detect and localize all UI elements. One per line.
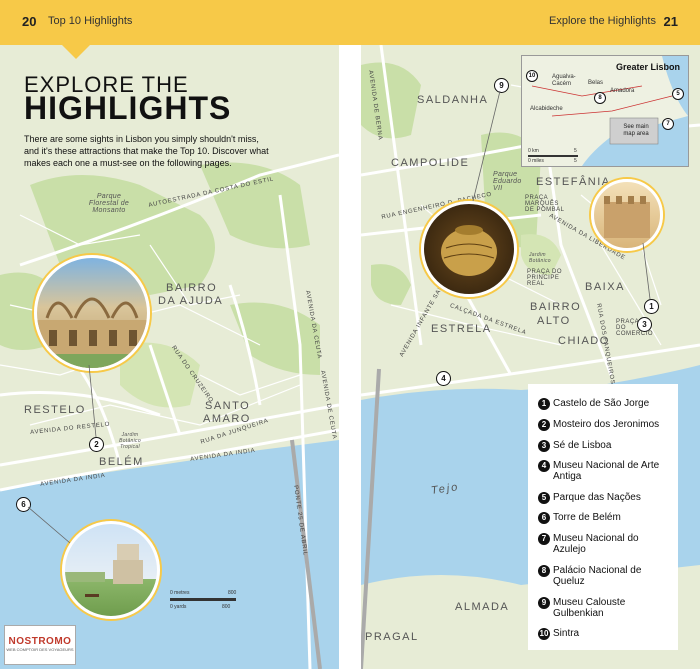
legend-num: 6: [538, 512, 550, 524]
left-map: EXPLORE THE HIGHLIGHTS There are some si…: [0, 45, 339, 669]
page-header: 20 Top 10 Highlights Explore the Highlig…: [0, 0, 700, 45]
scale-metres-label: 0 metres: [170, 590, 190, 596]
legend-num: 2: [538, 419, 550, 431]
inset-marker-8[interactable]: 8: [594, 92, 606, 104]
legend-item-7[interactable]: 7 Museu Nacional do Azulejo: [538, 533, 663, 555]
right-page-number: 21: [663, 14, 678, 29]
legend-name: Sintra: [553, 628, 580, 639]
scale-yards-value: 800: [222, 604, 231, 610]
inset-marker-5[interactable]: 5: [672, 88, 684, 100]
legend-name: Sé de Lisboa: [553, 440, 612, 451]
highlights-legend: 1 Castelo de São Jorge 2 Mosteiro dos Jero…: [528, 384, 678, 650]
legend-name: Castelo de São Jorge: [553, 398, 650, 409]
legend-item-9[interactable]: 9 Museu Calouste Gulbenkian: [538, 597, 663, 619]
logo-tagline: WEB COMPTOIR DES VOYAGEURS: [6, 647, 74, 652]
legend-num: 10: [538, 628, 550, 640]
legend-num: 5: [538, 492, 550, 504]
legend-item-8[interactable]: 8 Palácio Nacional de Queluz: [538, 565, 663, 587]
page-gutter: [339, 45, 361, 669]
inset-see-main-map[interactable]: See main map area: [618, 124, 654, 138]
inset-greater-lisbon: Greater Lisbon Agualva-Cacém Belas Amado…: [521, 55, 689, 167]
inset-scale-bar: [528, 155, 578, 157]
legend-num: 8: [538, 565, 550, 577]
scale-metres-value: 800: [228, 590, 237, 596]
inset-scale-km-value: 5: [574, 148, 577, 154]
inset-scale-miles-value: 5: [574, 158, 577, 164]
inset-title: Greater Lisbon: [616, 62, 681, 72]
left-running-title: Top 10 Highlights: [48, 15, 133, 27]
legend-name: Museu Nacional do Azulejo: [553, 533, 639, 555]
legend-num: 1: [538, 398, 550, 410]
legend-item-6[interactable]: 6 Torre de Belém: [538, 512, 663, 524]
legend-num: 4: [538, 460, 550, 472]
legend-num: 3: [538, 440, 550, 452]
legend-num: 9: [538, 597, 550, 609]
scale-yards-label: 0 yards: [170, 604, 187, 610]
legend-item-3[interactable]: 3 Sé de Lisboa: [538, 440, 663, 452]
legend-item-10[interactable]: 10 Sintra: [538, 628, 663, 640]
inset-place-alcabideche: Alcabideche: [530, 106, 563, 112]
inset-place-amadora: Amadora: [610, 88, 635, 94]
inset-scale-km-label: 0 km: [528, 148, 539, 154]
inset-place-belas: Belas: [588, 80, 604, 86]
inset-scale-miles-label: 0 miles: [528, 158, 544, 164]
nostromo-logo: NOSTROMO WEB COMPTOIR DES VOYAGEURS: [4, 625, 76, 665]
legend-name: Torre de Belém: [553, 512, 621, 523]
leader-lines-left: [27, 364, 97, 544]
header-notch: [62, 45, 90, 59]
legend-num: 7: [538, 533, 550, 545]
logo-name: NOSTROMO: [8, 636, 72, 647]
legend-name: Mosteiro dos Jeronimos: [553, 419, 660, 430]
legend-name: Museu Nacional de Arte Antiga: [553, 460, 660, 482]
inset-marker-10[interactable]: 10: [526, 70, 538, 82]
inset-marker-7[interactable]: 7: [662, 118, 674, 130]
legend-item-4[interactable]: 4 Museu Nacional de Arte Antiga: [538, 460, 663, 482]
legend-item-2[interactable]: 2 Mosteiro dos Jeronimos: [538, 419, 663, 431]
legend-name: Museu Calouste Gulbenkian: [553, 597, 626, 619]
legend-item-5[interactable]: 5 Parque das Nações: [538, 492, 663, 504]
inset-place-agualva: Agualva-Cacém: [552, 74, 576, 87]
legend-name: Parque das Nações: [553, 492, 641, 503]
legend-item-1[interactable]: 1 Castelo de São Jorge: [538, 398, 663, 410]
legend-name: Palácio Nacional de Queluz: [553, 565, 642, 587]
left-page-number: 20: [22, 14, 37, 29]
scale-bar: [170, 598, 236, 601]
right-running-title: Explore the Highlights: [548, 15, 656, 27]
